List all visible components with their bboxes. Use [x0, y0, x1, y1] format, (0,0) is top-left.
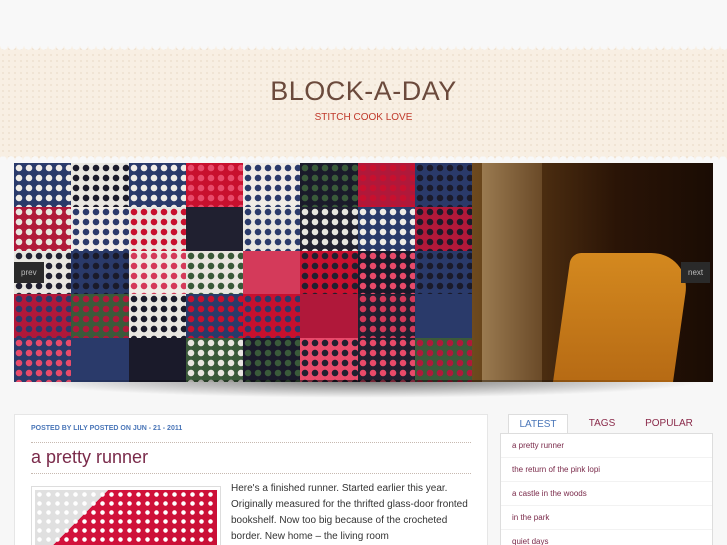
latest-item[interactable]: quiet days [501, 530, 712, 545]
quilt-patch [357, 250, 416, 296]
post-meta: POSTED BY LILY POSTED ON JUN - 21 - 2011 [31, 425, 182, 432]
latest-item[interactable]: the return of the pink lopi [501, 458, 712, 482]
quilt-patch [128, 163, 187, 208]
quilt-patch [414, 338, 473, 382]
quilt-patch [243, 206, 302, 252]
quilt-patch [243, 294, 302, 340]
quilt-patch [71, 294, 130, 340]
quilt-patch [243, 163, 302, 208]
quilt-patch [71, 206, 130, 252]
room-background [472, 163, 713, 382]
lamp-shape [552, 253, 692, 382]
quilt-patch [243, 250, 302, 296]
latest-item[interactable]: in the park [501, 506, 712, 530]
quilt-patch [357, 163, 416, 208]
quilt-patch [71, 250, 130, 296]
quilt-patch [14, 163, 73, 208]
quilt-patch [185, 294, 244, 340]
quilt-patch [414, 250, 473, 296]
quilt-patch [414, 294, 473, 340]
posted-by-label: POSTED BY [31, 425, 72, 432]
site-tagline: STITCH COOK LOVE [314, 112, 413, 123]
post-title[interactable]: a pretty runner [31, 447, 148, 468]
quilt-patch [128, 206, 187, 252]
tab-tags[interactable]: TAGS [582, 414, 622, 433]
quilt-patch [185, 250, 244, 296]
slider-shadow [20, 380, 710, 398]
quilt-patch [300, 206, 359, 252]
quilt-patch [357, 294, 416, 340]
post-thumbnail[interactable] [31, 486, 221, 545]
post-author[interactable]: LILY [73, 425, 87, 432]
quilt-patch [300, 163, 359, 208]
latest-item[interactable]: a castle in the woods [501, 482, 712, 506]
quilt-patch [14, 206, 73, 252]
quilt-patch [414, 163, 473, 208]
quilt-patch [185, 206, 244, 252]
quilt-patch [357, 338, 416, 382]
top-bar [0, 0, 727, 46]
quilt-patch [300, 250, 359, 296]
quilt-patch [128, 250, 187, 296]
quilt-photo [14, 163, 473, 382]
tab-latest[interactable]: LATEST [508, 414, 568, 433]
site-header: BLOCK-A-DAY STITCH COOK LOVE [0, 46, 727, 160]
posted-on-label: POSTED ON [89, 425, 131, 432]
post-date: JUN - 21 - 2011 [132, 425, 183, 432]
quilt-patch [300, 338, 359, 382]
chair-shape [482, 163, 542, 382]
quilt-patch [185, 163, 244, 208]
quilt-patch [71, 338, 130, 382]
quilt-patch [243, 338, 302, 382]
divider [31, 442, 471, 443]
divider [31, 473, 471, 474]
latest-panel: a pretty runner the return of the pink l… [500, 433, 713, 545]
quilt-patch [14, 294, 73, 340]
post-excerpt: Here's a finished runner. Started earlie… [231, 483, 468, 542]
slider-next-button[interactable]: next [681, 262, 711, 283]
quilt-patch [71, 163, 130, 208]
thumbnail-image [35, 490, 217, 545]
latest-item[interactable]: a pretty runner [501, 434, 712, 458]
quilt-patch [185, 338, 244, 382]
featured-slider[interactable] [14, 163, 713, 382]
latest-list: a pretty runner the return of the pink l… [501, 434, 712, 545]
quilt-patch [14, 338, 73, 382]
tab-bar: LATEST TAGS POPULAR [500, 414, 713, 433]
slider-prev-button[interactable]: prev [14, 262, 44, 283]
site-title[interactable]: BLOCK-A-DAY [0, 76, 727, 107]
quilt-patch [357, 206, 416, 252]
quilt-patch [300, 294, 359, 340]
quilt-patch [128, 338, 187, 382]
post-card: POSTED BY LILY POSTED ON JUN - 21 - 2011… [14, 414, 488, 545]
quilt-patch [414, 206, 473, 252]
tab-popular[interactable]: POPULAR [640, 414, 698, 433]
quilt-patch [128, 294, 187, 340]
sidebar-tabs-widget: LATEST TAGS POPULAR a pretty runner the … [500, 414, 713, 545]
